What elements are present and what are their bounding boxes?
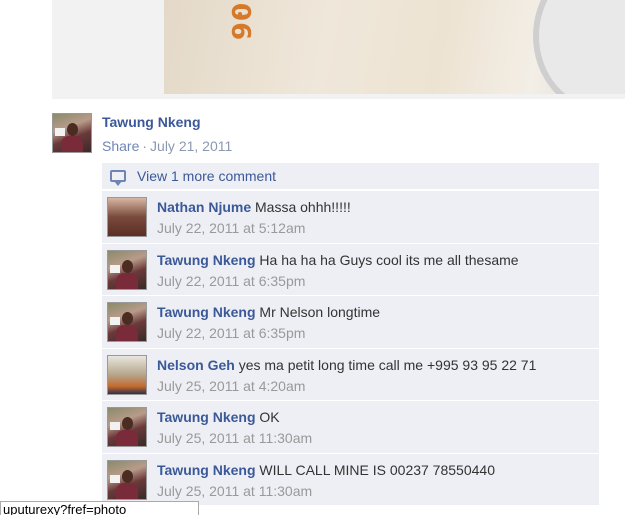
comment-text: OK bbox=[259, 409, 280, 425]
photo-container: 90 bbox=[52, 0, 625, 99]
commenter-avatar[interactable] bbox=[107, 197, 147, 237]
view-more-label[interactable]: View 1 more comment bbox=[137, 168, 276, 184]
commenter-avatar[interactable] bbox=[107, 249, 147, 290]
comment-text: Mr Nelson longtime bbox=[259, 304, 381, 320]
view-more-comments[interactable]: View 1 more comment bbox=[102, 163, 599, 191]
comment-text: WILL CALL MINE IS 00237 78550440 bbox=[259, 461, 495, 478]
commenter-name[interactable]: Tawung Nkeng bbox=[157, 304, 256, 320]
commenter-name[interactable]: Nathan Njume bbox=[157, 199, 251, 215]
commenter-name[interactable]: Nelson Geh bbox=[157, 357, 235, 373]
share-link[interactable]: Share bbox=[102, 138, 139, 154]
comment-bubble-icon bbox=[110, 170, 126, 186]
comment-timestamp[interactable]: July 25, 2011 at 11:30am bbox=[157, 483, 312, 499]
status-bar-url: uputurexy?fref=photo bbox=[0, 501, 199, 515]
commenter-avatar[interactable] bbox=[107, 302, 147, 342]
commenter-avatar[interactable] bbox=[107, 459, 147, 500]
comment-timestamp[interactable]: July 25, 2011 at 11:30am bbox=[157, 430, 312, 446]
avatar-image bbox=[107, 249, 147, 290]
post-photo[interactable]: 90 bbox=[164, 0, 625, 94]
comment-item: Nathan Njume Massa ohhh!!!!! July 22, 201… bbox=[102, 191, 599, 244]
comment-body: Tawung Nkeng WILL CALL MINE IS 00237 785… bbox=[157, 462, 593, 478]
comment-body: Tawung Nkeng Mr Nelson longtime bbox=[157, 304, 593, 320]
post-meta: Share · July 21, 2011 bbox=[102, 138, 232, 154]
avatar-image bbox=[107, 354, 147, 395]
comment-item: Tawung Nkeng Ha ha ha ha Guys cool its m… bbox=[102, 243, 599, 296]
comment-item: Tawung Nkeng WILL CALL MINE IS 00237 785… bbox=[102, 453, 599, 506]
comment-body: Tawung Nkeng OK bbox=[157, 409, 593, 425]
comment-timestamp[interactable]: July 25, 2011 at 4:20am bbox=[157, 378, 305, 394]
avatar-image bbox=[107, 197, 147, 237]
comment-timestamp[interactable]: July 22, 2011 at 5:12am bbox=[157, 220, 305, 236]
poster-avatar[interactable] bbox=[52, 113, 92, 153]
commenter-name[interactable]: Tawung Nkeng bbox=[157, 252, 256, 268]
comment-text: Ha ha ha ha Guys cool its me all thesame bbox=[259, 251, 519, 268]
commenter-name[interactable]: Tawung Nkeng bbox=[157, 409, 256, 425]
photo-number: 90 bbox=[228, 1, 259, 41]
photo-wheel-rim bbox=[533, 0, 625, 94]
commenter-name[interactable]: Tawung Nkeng bbox=[157, 462, 256, 478]
avatar-image bbox=[107, 407, 147, 447]
comment-timestamp[interactable]: July 22, 2011 at 6:35pm bbox=[157, 325, 305, 341]
post-date[interactable]: July 21, 2011 bbox=[150, 138, 232, 154]
comment-timestamp[interactable]: July 22, 2011 at 6:35pm bbox=[157, 273, 305, 289]
commenter-avatar[interactable] bbox=[107, 354, 147, 395]
meta-separator: · bbox=[142, 138, 148, 154]
comment-item: Nelson Geh yes ma petit long time call m… bbox=[102, 348, 599, 401]
avatar-image bbox=[107, 302, 147, 342]
comment-item: Tawung Nkeng OK July 25, 2011 at 11:30am bbox=[102, 401, 599, 454]
comment-text: Massa ohhh!!!!! bbox=[255, 199, 351, 215]
comment-item: Tawung Nkeng Mr Nelson longtime July 22, … bbox=[102, 296, 599, 349]
commenter-avatar[interactable] bbox=[107, 407, 147, 447]
comment-body: Nathan Njume Massa ohhh!!!!! bbox=[157, 199, 593, 215]
comment-body: Tawung Nkeng Ha ha ha ha Guys cool its m… bbox=[157, 252, 593, 268]
comment-body: Nelson Geh yes ma petit long time call m… bbox=[157, 357, 593, 373]
avatar-image bbox=[52, 113, 92, 153]
avatar-image bbox=[107, 459, 147, 500]
comment-text: yes ma petit long time call me +995 93 9… bbox=[238, 356, 537, 373]
poster-name[interactable]: Tawung Nkeng bbox=[102, 114, 201, 130]
comments-list: View 1 more comment Nathan Njume Massa o… bbox=[102, 163, 599, 523]
